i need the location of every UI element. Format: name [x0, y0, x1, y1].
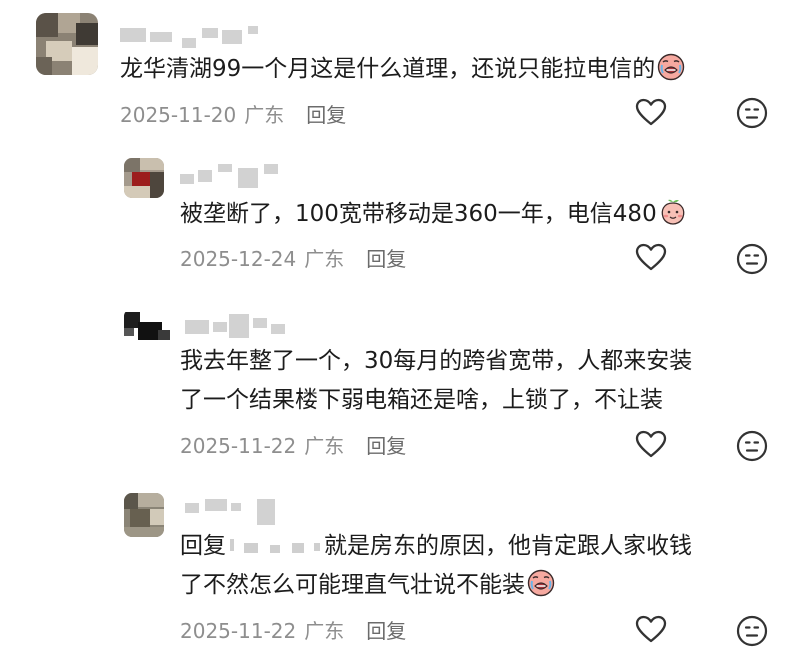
comment-text: 龙华清湖99一个月这是什么道理，还说只能拉电信的: [120, 50, 685, 89]
neutral-face-icon[interactable]: [736, 615, 768, 647]
comment-date: 2025-11-22: [180, 619, 297, 643]
username-blurred[interactable]: [120, 20, 260, 54]
comment-location: 广东: [304, 434, 345, 458]
comment-location: 广东: [304, 619, 345, 643]
avatar[interactable]: [124, 493, 164, 537]
avatar[interactable]: [36, 13, 98, 75]
avatar[interactable]: [124, 158, 164, 198]
avatar[interactable]: [124, 310, 170, 350]
reply-item: 回复 就是房东的原因，他肯定跟人家收钱 了不然怎么可能理直气壮说不能装 2025-…: [0, 485, 799, 667]
peach-face-icon: [659, 198, 687, 226]
neutral-face-icon[interactable]: [736, 430, 768, 462]
comment-meta: 2025-11-22 广东 回复: [180, 430, 406, 459]
heart-outline-icon[interactable]: [635, 430, 667, 458]
comment-text: 我去年整了一个，30每月的跨省宽带，人都来安装 了一个结果楼下弱电箱还是啥，上锁…: [180, 342, 692, 420]
neutral-face-icon[interactable]: [736, 243, 768, 275]
comment-meta: 2025-11-20 广东 回复: [120, 99, 346, 128]
comment-text: 回复 就是房东的原因，他肯定跟人家收钱 了不然怎么可能理直气壮说不能装: [180, 527, 692, 605]
comment-text-line: 了不然怎么可能理直气壮说不能装: [180, 566, 692, 605]
comment-text-content: 被垄断了，100宽带移动是360一年，电信480: [180, 201, 657, 227]
comment-text-line: 回复 就是房东的原因，他肯定跟人家收钱: [180, 527, 692, 566]
reply-button[interactable]: 回复: [366, 615, 406, 644]
username-blurred[interactable]: [180, 160, 290, 194]
sob-face-icon: [657, 53, 685, 81]
comment-date: 2025-11-22: [180, 434, 297, 458]
comment-text-line: 了一个结果楼下弱电箱还是啥，上锁了，不让装: [180, 387, 663, 413]
comment-text-content: 龙华清湖99一个月这是什么道理，还说只能拉电信的: [120, 56, 656, 82]
reply-item: 被垄断了，100宽带移动是360一年，电信480 2025-12-24 广东 回复: [0, 150, 799, 290]
comment-location: 广东: [304, 247, 345, 271]
mention-blurred[interactable]: [226, 537, 324, 555]
sob-face-icon: [527, 569, 555, 597]
comment-date: 2025-12-24: [180, 247, 297, 271]
reply-button[interactable]: 回复: [366, 243, 406, 272]
reply-button[interactable]: 回复: [306, 99, 346, 128]
comment-meta: 2025-12-24 广东 回复: [180, 243, 406, 272]
heart-outline-icon[interactable]: [635, 615, 667, 643]
comment-text-content: 就是房东的原因，他肯定跟人家收钱: [324, 533, 692, 559]
comment-item: 龙华清湖99一个月这是什么道理，还说只能拉电信的 2025-11-20 广东 回复: [0, 0, 799, 140]
reply-button[interactable]: 回复: [366, 430, 406, 459]
heart-outline-icon[interactable]: [635, 98, 667, 126]
comment-text: 被垄断了，100宽带移动是360一年，电信480: [180, 195, 687, 234]
neutral-face-icon[interactable]: [736, 97, 768, 129]
comment-text-line: 我去年整了一个，30每月的跨省宽带，人都来安装: [180, 348, 693, 374]
reply-prefix: 回复: [180, 533, 226, 559]
username-blurred[interactable]: [185, 310, 295, 344]
comment-location: 广东: [244, 103, 285, 127]
reply-item: 我去年整了一个，30每月的跨省宽带，人都来安装 了一个结果楼下弱电箱还是啥，上锁…: [0, 300, 799, 475]
heart-outline-icon[interactable]: [635, 243, 667, 271]
comment-meta: 2025-11-22 广东 回复: [180, 615, 406, 644]
comment-date: 2025-11-20: [120, 103, 237, 127]
username-blurred[interactable]: [185, 495, 295, 529]
